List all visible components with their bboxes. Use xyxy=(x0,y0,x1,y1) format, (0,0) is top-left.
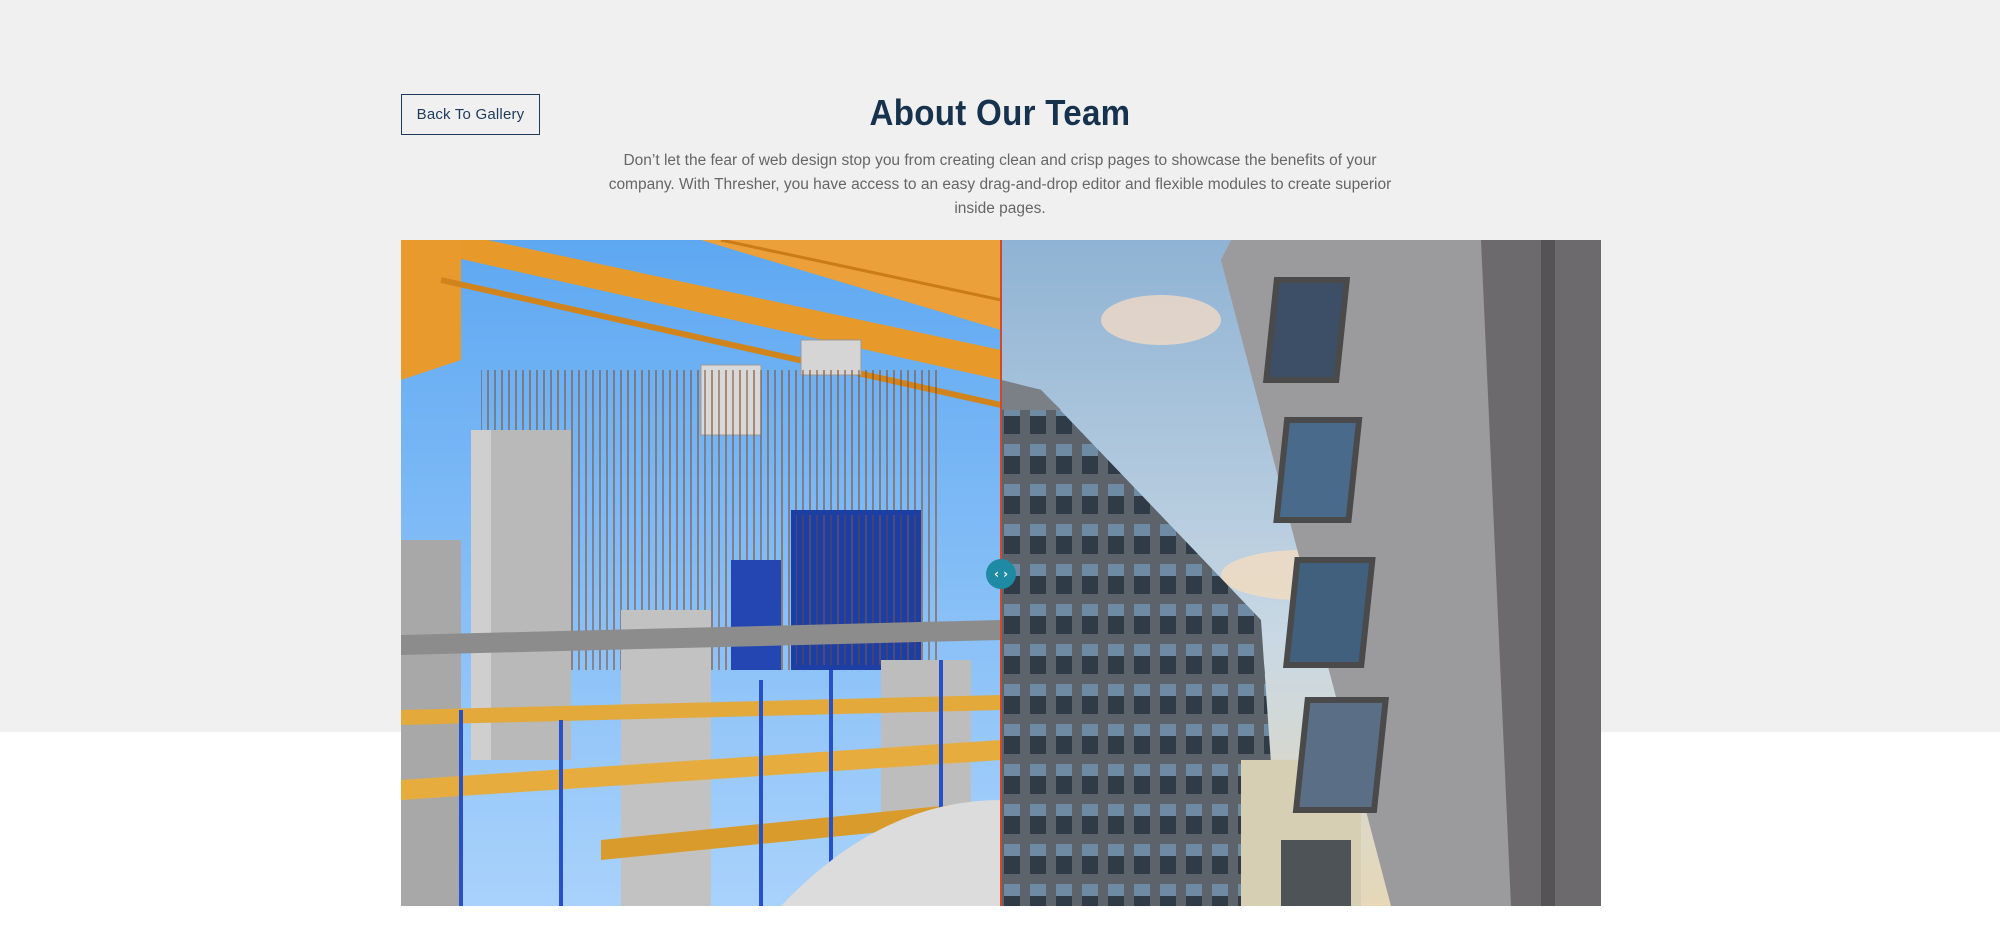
office-building-image xyxy=(1001,240,1601,906)
page-description: Don’t let the fear of web design stop yo… xyxy=(608,152,1392,217)
page-title: About Our Team xyxy=(869,92,1131,133)
construction-site-image xyxy=(401,240,1002,906)
left-right-arrows-icon[interactable]: ‹ › xyxy=(986,559,1016,589)
before-after-comparison[interactable]: ‹ › xyxy=(401,240,1601,906)
